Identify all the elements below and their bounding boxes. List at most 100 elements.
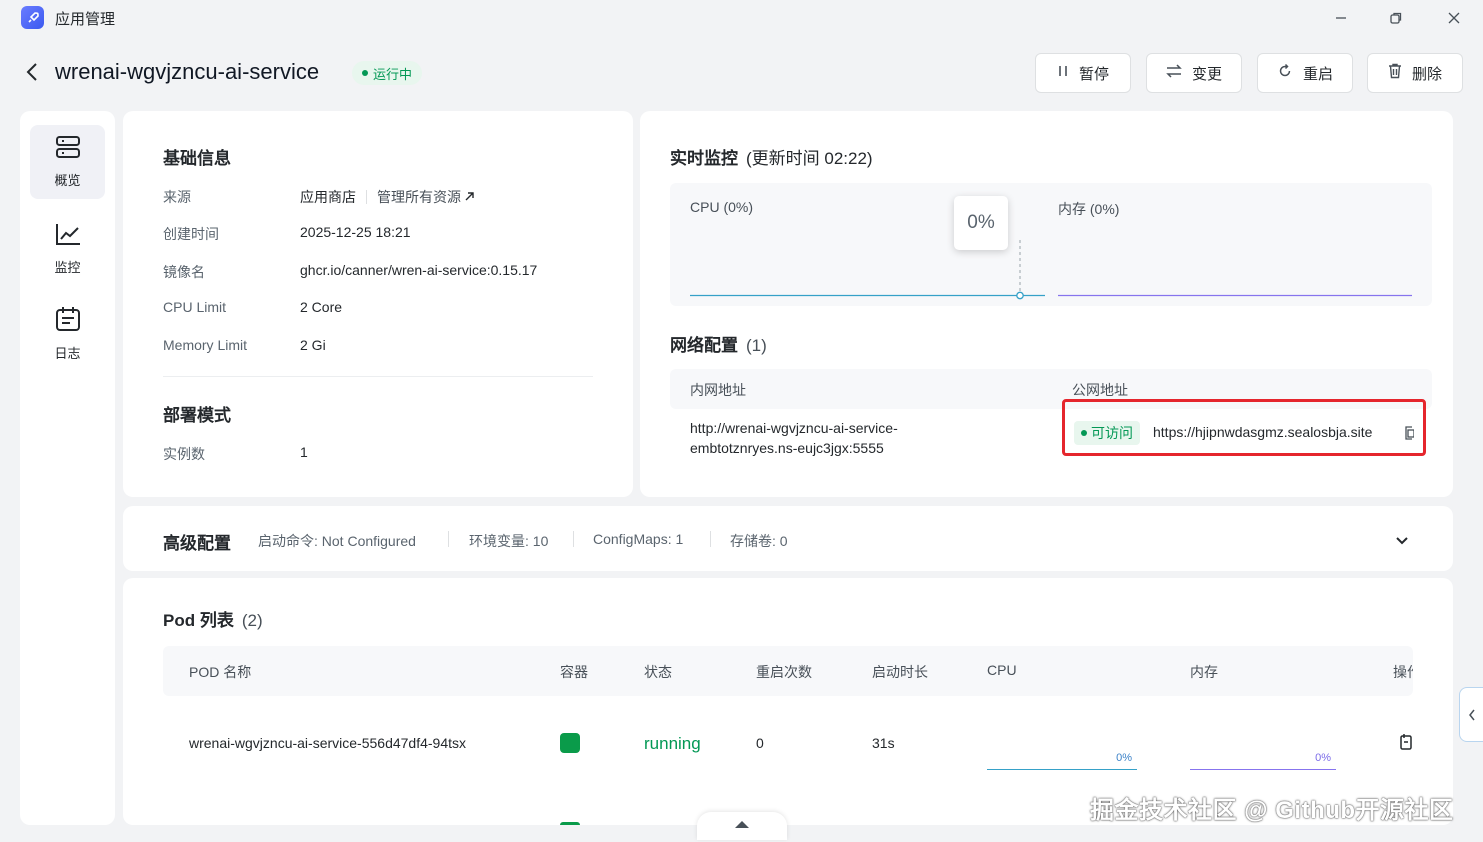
watermark: 掘金技术社区 @ Github开源社区 [1090, 797, 1454, 824]
back-arrow-icon[interactable] [25, 61, 39, 89]
image-value: ghcr.io/canner/wren-ai-service:0.15.17 [300, 262, 538, 278]
expand-up-handle[interactable] [697, 812, 787, 840]
server-icon [55, 135, 81, 164]
accessible-text: 可访问 [1091, 425, 1133, 441]
pod-memory-value: 0% [1315, 752, 1331, 764]
created-value: 2025-12-25 18:21 [300, 224, 411, 240]
monitor-updated: (更新时间 02:22) [746, 149, 873, 168]
internal-address-header: 内网地址 [690, 382, 746, 398]
network-title: 网络配置 [670, 336, 738, 355]
col-memory: 内存 [1190, 664, 1218, 680]
divider [448, 531, 449, 547]
replicas-label: 实例数 [163, 446, 205, 462]
status-text: 运行中 [373, 66, 413, 82]
pod-restarts: 0 [756, 735, 764, 751]
app-name: wrenai-wgvjzncu-ai-service [55, 59, 320, 84]
accessible-dot [1081, 430, 1087, 436]
col-container: 容器 [560, 664, 588, 680]
col-restarts: 重启次数 [756, 664, 812, 680]
restart-button[interactable]: 重启 [1257, 53, 1353, 93]
window-title: 应用管理 [55, 11, 116, 28]
monitor-header: 实时监控 (更新时间 02:22) [670, 144, 873, 169]
restart-icon [1277, 63, 1293, 83]
pod-cpu-value: 0% [1116, 752, 1132, 764]
chevron-left-icon [1469, 709, 1475, 720]
caret-up-icon [735, 821, 749, 828]
container-status-square [560, 733, 580, 753]
chart-line-icon [55, 222, 81, 251]
sidebar-item-label: 监控 [54, 260, 81, 275]
configmaps: ConfigMaps: 1 [593, 531, 684, 547]
change-button[interactable]: 变更 [1146, 53, 1242, 93]
manage-resources-link[interactable]: 管理所有资源 [377, 187, 461, 207]
status-dot [362, 70, 368, 76]
storage-volumes: 存储卷: 0 [730, 533, 788, 549]
col-uptime: 启动时长 [872, 664, 928, 680]
chevron-down-icon[interactable] [1395, 533, 1409, 551]
env-vars: 环境变量: 10 [469, 533, 549, 549]
col-pod-name: POD 名称 [189, 664, 252, 680]
col-actions: 操作 [1393, 664, 1413, 680]
source-value: 应用商店 [300, 189, 356, 205]
cpu-limit-label: CPU Limit [163, 299, 227, 315]
public-url-link[interactable]: https://hjipnwdasgmz.sealosbja.site [1153, 424, 1372, 440]
network-header: 网络配置 (1) [670, 331, 767, 356]
restore-icon[interactable] [1384, 6, 1408, 30]
basic-info-title: 基础信息 [163, 149, 231, 168]
side-drawer-handle[interactable] [1459, 687, 1483, 742]
public-address-header: 公网地址 [1072, 382, 1128, 398]
section-divider [163, 376, 593, 377]
cpu-point [1016, 291, 1024, 300]
cpu-limit-value: 2 Core [300, 299, 343, 315]
pod-list-header: Pod 列表 (2) [163, 606, 263, 631]
divider [573, 531, 574, 547]
image-label: 镜像名 [163, 264, 205, 280]
created-label: 创建时间 [163, 226, 219, 242]
page-header: wrenai-wgvjzncu-ai-service 运行中 暂停 变更 重启 … [0, 45, 1483, 101]
usage-sparklines [690, 240, 1412, 300]
divider [366, 190, 367, 204]
network-count: (1) [746, 336, 767, 355]
col-status: 状态 [644, 664, 672, 680]
pod-list-title: Pod 列表 [163, 611, 234, 630]
delete-button[interactable]: 删除 [1367, 53, 1463, 93]
internal-address: http://wrenai-wgvjzncu-ai-service- embto… [690, 418, 898, 458]
basic-info-card: 基础信息 来源 应用商店 管理所有资源 创建时间 2025-12-25 18:2… [123, 111, 633, 497]
calendar-icon [55, 306, 81, 337]
pod-memory-line [1190, 769, 1336, 770]
terminal-icon[interactable] [1399, 733, 1413, 756]
pod-table-header: POD 名称 容器 状态 重启次数 启动时长 CPU 内存 操作 [163, 646, 1413, 696]
change-label: 变更 [1191, 65, 1222, 83]
copy-icon[interactable] [1404, 425, 1415, 446]
sidebar-item-monitor[interactable]: 监控 [30, 212, 105, 286]
sidebar-item-overview[interactable]: 概览 [30, 125, 105, 199]
pod-count: (2) [241, 611, 263, 630]
source-value-row: 应用商店 管理所有资源 [300, 187, 475, 207]
close-icon[interactable] [1442, 6, 1466, 30]
pod-cpu-sparkline: 0% [987, 752, 1137, 770]
minimize-icon[interactable] [1329, 6, 1353, 30]
pod-memory-sparkline: 0% [1190, 752, 1336, 770]
restart-label: 重启 [1302, 65, 1333, 83]
advanced-config-card[interactable]: 高级配置 启动命令: Not Configured 环境变量: 10 Confi… [123, 506, 1453, 571]
sidebar-item-logs[interactable]: 日志 [30, 297, 105, 371]
trash-icon [1388, 63, 1402, 83]
deploy-title: 部署模式 [163, 406, 231, 425]
accessible-badge: 可访问 [1074, 421, 1140, 445]
status-badge: 运行中 [352, 61, 423, 85]
pod-list-card: Pod 列表 (2) POD 名称 容器 状态 重启次数 启动时长 CPU 内存… [123, 578, 1453, 825]
advanced-title: 高级配置 [163, 534, 231, 553]
sidebar-item-label: 概览 [54, 173, 81, 188]
replicas-value: 1 [300, 444, 308, 460]
internal-address-line: embtotznryes.ns-eujc3jgx:5555 [690, 440, 884, 456]
internal-address-line: http://wrenai-wgvjzncu-ai-service- [690, 420, 898, 436]
startup-command: 启动命令: Not Configured [258, 533, 416, 549]
pause-icon [1057, 64, 1069, 82]
pause-button[interactable]: 暂停 [1035, 53, 1131, 93]
external-link-icon[interactable] [464, 189, 475, 205]
col-cpu: CPU [987, 662, 1017, 678]
sidebar: 概览 监控 日志 [20, 111, 115, 825]
title-bar: 应用管理 [0, 0, 1483, 36]
memory-limit-label: Memory Limit [163, 337, 248, 353]
delete-label: 删除 [1411, 65, 1442, 83]
